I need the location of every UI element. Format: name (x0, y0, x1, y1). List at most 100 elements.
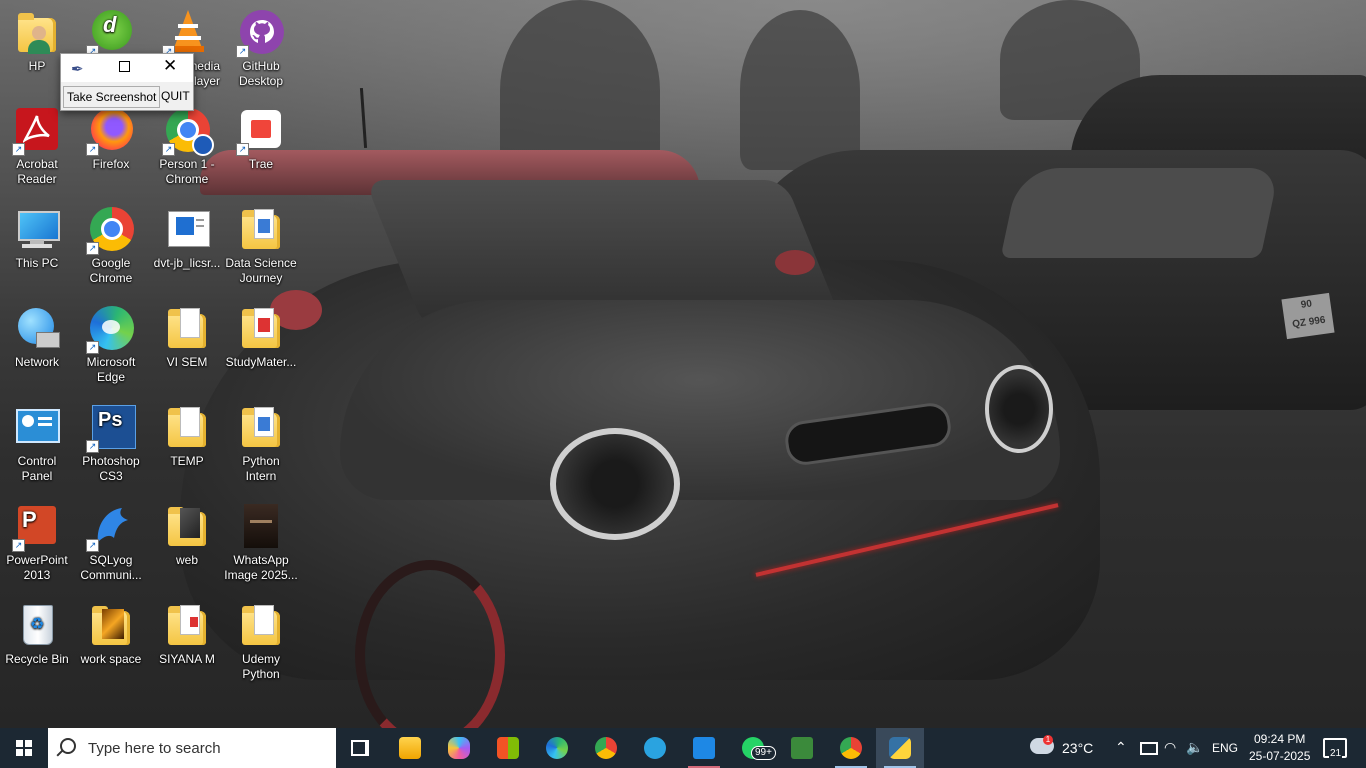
trae-icon: ↗ (236, 108, 284, 156)
desktop-icon-photoshop[interactable]: Ps ↗ Photoshop CS3 (74, 405, 148, 484)
desktop-icon-dvt-jb-licsr[interactable]: dvt-jb_licsr... (150, 207, 224, 271)
maximize-icon[interactable] (119, 61, 130, 72)
file-explorer-icon (399, 737, 421, 759)
clock-date: 25-07-2025 (1249, 749, 1311, 763)
taskbar-vscode[interactable] (680, 728, 728, 768)
language-indicator[interactable]: ENG (1212, 741, 1238, 755)
folder-icon (238, 306, 284, 352)
powerpoint-icon: P ↗ (12, 504, 60, 552)
desktop-icon-label: Control Panel (17, 454, 57, 483)
photoshop-icon: Ps ↗ (86, 405, 136, 453)
taskbar-edge[interactable] (533, 728, 581, 768)
screenshot-app-window[interactable]: ✒ ✕ Take Screenshot QUIT (60, 53, 194, 111)
desktop-icon-trae[interactable]: ↗ Trae (224, 108, 298, 172)
desktop-icon-python-intern[interactable]: Python Intern (224, 405, 298, 484)
taskbar-file-explorer[interactable] (386, 728, 434, 768)
desktop-icon-udemy-python[interactable]: Udemy Python (224, 603, 298, 682)
folder-icon (164, 405, 210, 451)
desktop-icon-study-material[interactable]: StudyMater... (224, 306, 298, 370)
folder-icon (164, 603, 210, 649)
folder-icon (164, 504, 210, 550)
user-folder-icon (14, 10, 60, 56)
desktop-icon-label: Acrobat Reader (16, 157, 58, 186)
desktop-icon-label: WhatsApp Image 2025... (224, 553, 298, 582)
search-box[interactable]: Type here to search (48, 728, 336, 768)
desktop-icon-data-science-journey[interactable]: Data Science Journey (224, 207, 298, 286)
task-view-button[interactable] (336, 728, 384, 768)
wifi-icon[interactable]: ◠ (1164, 739, 1176, 756)
taskbar-whatsapp[interactable]: 99+ (729, 728, 777, 768)
firefox-icon: ↗ (86, 108, 134, 156)
desktop-icon-label: SIYANA M (159, 652, 215, 666)
folder-icon (88, 603, 134, 649)
desktop-icon-dreamweaver[interactable]: d ↗ (74, 10, 148, 59)
feather-app-icon: ✒ (71, 61, 84, 78)
desktop-icon-person-1-chrome[interactable]: ↗ Person 1 - Chrome (150, 108, 224, 187)
desktop-icon-recycle-bin[interactable]: ♻ Recycle Bin (0, 603, 74, 667)
chevron-up-icon[interactable]: ⌃ (1115, 739, 1127, 756)
taskbar-copilot[interactable] (435, 728, 483, 768)
take-screenshot-button[interactable]: Take Screenshot (63, 86, 161, 108)
folder-icon (238, 405, 284, 451)
desktop-icon-microsoft-edge[interactable]: ↗ Microsoft Edge (74, 306, 148, 385)
wallpaper-mirror (775, 250, 815, 275)
folder-icon (238, 207, 284, 253)
network-icon (14, 306, 60, 352)
wallpaper-car-window (1000, 168, 1280, 258)
desktop-icon-label: dvt-jb_licsr... (153, 256, 221, 270)
dolphin-icon: ↗ (86, 504, 134, 552)
desktop-icon-label: SQLyog Communi... (80, 553, 142, 582)
taskbar-telegram[interactable] (631, 728, 679, 768)
edge-icon: ↗ (86, 306, 134, 354)
desktop-icon-whatsapp-image[interactable]: WhatsApp Image 2025... (224, 504, 298, 583)
desktop-icon-acrobat-reader[interactable]: ↗ Acrobat Reader (0, 108, 74, 187)
window-titlebar[interactable]: ✒ ✕ (61, 54, 193, 82)
taskbar-pycharm-app[interactable] (778, 728, 826, 768)
desktop-icon-label: Python Intern (242, 454, 280, 483)
wallpaper-headlight (550, 428, 680, 540)
dreamweaver-icon: d ↗ (86, 10, 134, 58)
desktop-icon-label: Recycle Bin (5, 652, 69, 666)
desktop-icon-powerpoint[interactable]: P ↗ PowerPoint 2013 (0, 504, 74, 583)
desktop-icon-label: work space (80, 652, 142, 666)
desktop-icon-github-desktop[interactable]: ↗ GitHub Desktop (224, 10, 298, 89)
desktop-icon-temp[interactable]: TEMP (150, 405, 224, 469)
chrome-profile-icon (840, 737, 862, 759)
desktop-icon-label: This PC (15, 256, 59, 270)
vscode-icon (693, 737, 715, 759)
desktop-icon-this-pc[interactable]: This PC (0, 207, 74, 271)
chrome-icon (595, 737, 617, 759)
quit-button[interactable]: QUIT (159, 86, 192, 106)
desktop-icon-sqlyog[interactable]: ↗ SQLyog Communi... (74, 504, 148, 583)
desktop-icon-label: Microsoft Edge (86, 355, 136, 384)
search-icon (60, 738, 76, 754)
desktop-icon-network[interactable]: Network (0, 306, 74, 370)
desktop-icon-control-panel[interactable]: Control Panel (0, 405, 74, 484)
taskbar-chrome-profile[interactable] (827, 728, 875, 768)
desktop-icon-vi-sem[interactable]: VI SEM (150, 306, 224, 370)
desktop-icon-label: Data Science Journey (225, 256, 297, 285)
battery-icon[interactable] (1140, 742, 1158, 755)
desktop-icon-label: Photoshop CS3 (82, 454, 140, 483)
green-app-icon (791, 737, 813, 759)
clock-time: 09:24 PM (1254, 732, 1306, 746)
volume-icon[interactable]: 🔈 (1186, 739, 1203, 756)
folder-icon (164, 306, 210, 352)
taskbar-chrome[interactable] (582, 728, 630, 768)
taskbar-python[interactable] (876, 728, 924, 768)
desktop-icon-label: web (175, 553, 198, 567)
close-icon[interactable]: ✕ (163, 56, 177, 76)
recycle-bin-icon: ♻ (14, 603, 60, 649)
start-button[interactable] (0, 728, 48, 768)
taskbar-microsoft-store[interactable] (484, 728, 532, 768)
desktop-icon-google-chrome[interactable]: ↗ Google Chrome (74, 207, 148, 286)
taskbar: Type here to search 99+ 1 23°C ⌃ ◠ 🔈 ENG… (0, 728, 1366, 768)
desktop-icon-firefox[interactable]: ↗ Firefox (74, 108, 148, 172)
desktop-icon-work-space[interactable]: work space (74, 603, 148, 667)
store-icon (497, 737, 519, 759)
desktop-icon-siyana-m[interactable]: SIYANA M (150, 603, 224, 667)
acrobat-icon: ↗ (12, 108, 60, 156)
notification-count-badge: 21 (1329, 748, 1343, 759)
task-view-icon (351, 740, 367, 756)
desktop-icon-web[interactable]: web (150, 504, 224, 568)
